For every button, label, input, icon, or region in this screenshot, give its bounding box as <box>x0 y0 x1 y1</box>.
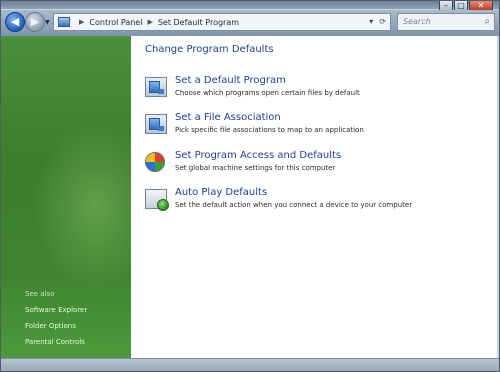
breadcrumb-separator-icon[interactable]: ▶ <box>79 18 84 26</box>
bottom-frame <box>1 358 499 371</box>
navigation-bar: ◀ ▶ ▼ ▶ Control Panel ▶ Set Default Prog… <box>1 10 499 36</box>
task-title[interactable]: Set Program Access and Defaults <box>175 150 341 161</box>
recent-pages-dropdown-icon[interactable]: ▼ <box>45 19 50 26</box>
arrow-left-icon: ◀ <box>10 15 20 28</box>
task-title[interactable]: Set a File Association <box>175 112 281 123</box>
task-description: Pick specific file associations to map t… <box>175 126 364 134</box>
sidebar-link-software-explorer[interactable]: Software Explorer <box>25 306 87 314</box>
search-placeholder: Search <box>403 17 431 26</box>
control-panel-window: – □ ✕ ◀ ▶ ▼ ▶ Control Panel ▶ Set Defaul… <box>0 0 500 372</box>
programs-window-icon <box>145 77 167 97</box>
breadcrumb-separator-icon[interactable]: ▶ <box>147 18 152 26</box>
control-panel-icon <box>58 17 70 27</box>
task-set-program-access[interactable]: Set Program Access and Defaults Set glob… <box>145 150 495 182</box>
address-dropdown-icon[interactable]: ▾ <box>369 17 373 26</box>
task-description: Set global machine settings for this com… <box>175 164 336 172</box>
search-box[interactable]: Search ⌕ <box>397 13 495 31</box>
autoplay-icon <box>145 189 169 211</box>
title-bar: – □ ✕ <box>1 1 499 12</box>
task-set-default-program[interactable]: Set a Default Program Choose which progr… <box>145 75 495 107</box>
task-title[interactable]: Set a Default Program <box>175 75 286 86</box>
address-controls: ▾ ⟳ <box>369 17 386 26</box>
sidebar-link-parental-controls[interactable]: Parental Controls <box>25 338 85 346</box>
main-content: Change Program Defaults Set a Default Pr… <box>131 36 497 358</box>
address-bar[interactable]: ▶ Control Panel ▶ Set Default Program ▾ … <box>53 13 391 31</box>
breadcrumb-control-panel[interactable]: Control Panel <box>89 18 142 27</box>
task-auto-play-defaults[interactable]: Auto Play Defaults Set the default actio… <box>145 187 495 219</box>
task-title[interactable]: Auto Play Defaults <box>175 187 267 198</box>
sidebar-link-folder-options[interactable]: Folder Options <box>25 322 76 330</box>
page-title: Change Program Defaults <box>145 44 274 55</box>
forward-button[interactable]: ▶ <box>25 12 45 32</box>
see-also-heading: See also <box>25 290 55 298</box>
windows-globe-icon <box>145 152 165 172</box>
arrow-right-icon: ▶ <box>30 15 40 28</box>
breadcrumb-set-default-program[interactable]: Set Default Program <box>158 18 239 27</box>
task-description: Choose which programs open certain files… <box>175 89 360 97</box>
file-association-icon <box>145 114 167 134</box>
sidebar: See also Software Explorer Folder Option… <box>1 36 131 358</box>
back-button[interactable]: ◀ <box>5 12 25 32</box>
search-icon[interactable]: ⌕ <box>484 16 490 27</box>
refresh-icon[interactable]: ⟳ <box>379 17 386 26</box>
task-set-file-association[interactable]: Set a File Association Pick specific fil… <box>145 112 495 144</box>
task-description: Set the default action when you connect … <box>175 201 413 209</box>
